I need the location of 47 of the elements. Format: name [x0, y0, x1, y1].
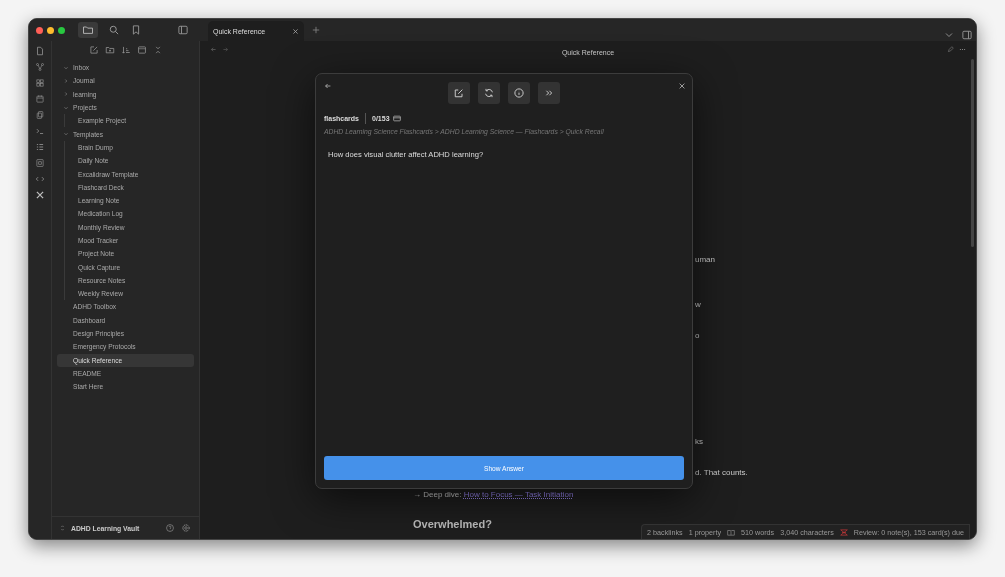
graph-icon[interactable] [35, 61, 45, 73]
settings-icon[interactable] [181, 523, 191, 533]
note-text: ks [695, 437, 704, 447]
sidebar-toggle-icon[interactable] [177, 24, 189, 36]
crossed-icon[interactable] [839, 528, 848, 536]
list-icon[interactable] [35, 141, 45, 153]
card-icon [392, 114, 401, 122]
note-heading: Overwhelmed? [413, 518, 492, 530]
close-window-button[interactable] [36, 26, 43, 34]
sort-icon[interactable] [120, 45, 131, 55]
updown-icon[interactable] [60, 524, 65, 532]
new-note-icon[interactable] [88, 45, 99, 55]
bookmark-icon[interactable] [130, 24, 142, 36]
sidebar-toggle-icon[interactable] [961, 29, 973, 41]
edit-icon[interactable] [947, 46, 954, 53]
more-icon[interactable] [959, 46, 966, 53]
chevron-icon[interactable] [63, 131, 69, 138]
note-text: uman [695, 255, 716, 265]
copy-icon[interactable] [35, 109, 45, 121]
grid-icon[interactable] [35, 77, 45, 89]
note-text: w [695, 300, 702, 310]
back-arrow-icon[interactable] [210, 46, 217, 53]
close-icon[interactable] [292, 27, 299, 35]
edit-icon [453, 87, 465, 99]
refresh-button[interactable] [478, 82, 500, 104]
note-text: → Deep dive: How to Focus — Task Initiation [413, 490, 574, 499]
info-button[interactable] [508, 82, 530, 104]
new-folder-icon[interactable] [104, 45, 115, 55]
back-arrow-icon[interactable] [324, 82, 332, 90]
file-icon[interactable] [35, 45, 45, 57]
folder-icon[interactable] [78, 22, 98, 38]
note-text: d. That counts. [695, 468, 749, 478]
calendar-icon[interactable] [35, 93, 45, 105]
info-icon [513, 87, 525, 99]
scrollbar[interactable] [971, 59, 974, 247]
help-icon[interactable] [165, 523, 175, 533]
new-tab-icon[interactable] [312, 26, 320, 34]
refresh-icon [483, 87, 495, 99]
window-icon[interactable] [136, 45, 147, 55]
note-text: o [695, 331, 701, 341]
close-icon[interactable] [678, 82, 686, 90]
skip-button[interactable] [538, 82, 560, 104]
forward-arrow-icon[interactable] [222, 46, 229, 53]
search-icon[interactable] [108, 24, 120, 36]
edit-button[interactable] [448, 82, 470, 104]
zoom-window-button[interactable] [58, 26, 65, 34]
minimize-window-button[interactable] [47, 26, 54, 34]
